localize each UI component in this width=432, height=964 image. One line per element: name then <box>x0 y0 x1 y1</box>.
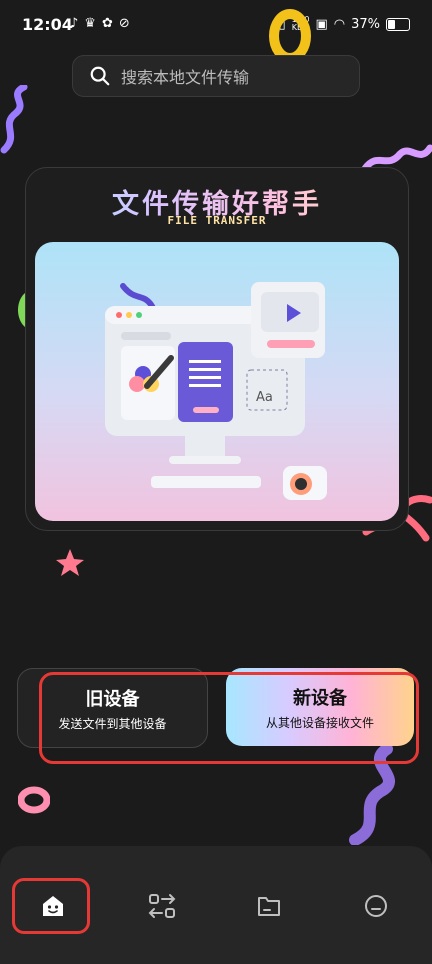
notification-icons: ♪ ♛ ✿ ⊘ <box>70 16 130 31</box>
wifi-icon: ◠ <box>333 16 346 32</box>
bottom-nav <box>0 846 432 964</box>
hero-card: 文件传输好帮手 FILE TRANSFER Aa <box>25 167 409 531</box>
status-time: 12:04 <box>22 15 73 34</box>
new-device-button[interactable]: 新设备 从其他设备接收文件 <box>226 668 414 746</box>
old-device-title: 旧设备 <box>85 689 140 710</box>
status-bar: 12:04 ♪ ♛ ✿ ⊘ ▯ 1.20 KB/s ▣ ◠ 37% <box>0 0 432 52</box>
crown-icon: ♛ <box>84 16 96 31</box>
battery-percent: 37% <box>351 16 380 32</box>
purple-twist-decoration <box>349 745 395 845</box>
hero-subtitle: FILE TRANSFER <box>167 214 267 227</box>
nav-transfer[interactable] <box>132 876 192 936</box>
star-decoration <box>56 549 84 576</box>
nav-files[interactable] <box>239 876 299 936</box>
nav-profile[interactable] <box>346 876 406 936</box>
purple-ribbon-decoration <box>0 85 28 154</box>
battery-icon <box>386 17 410 31</box>
sim-icon: ▣ <box>315 16 328 32</box>
search-bar[interactable]: 搜索本地文件传输 <box>72 55 360 97</box>
profile-icon <box>365 895 387 917</box>
app-icon-2: ⊘ <box>118 16 130 31</box>
home-icon <box>43 896 63 916</box>
hero-illustration: Aa <box>35 242 399 521</box>
new-device-title: 新设备 <box>293 688 347 709</box>
old-device-button[interactable]: 旧设备 发送文件到其他设备 <box>17 668 208 748</box>
svg-text:Aa: Aa <box>256 390 273 405</box>
new-device-subtitle: 从其他设备接收文件 <box>265 716 374 730</box>
search-icon <box>90 66 110 86</box>
search-placeholder: 搜索本地文件传输 <box>121 68 250 87</box>
folder-icon <box>258 897 280 916</box>
nav-home[interactable] <box>23 876 83 936</box>
donut-decoration <box>18 786 50 814</box>
transfer-icon <box>148 894 176 918</box>
old-device-subtitle: 发送文件到其他设备 <box>58 717 167 731</box>
computer-illustration: Aa <box>105 282 327 500</box>
app-icon: ✿ <box>101 16 113 31</box>
tiktok-icon: ♪ <box>70 16 79 31</box>
